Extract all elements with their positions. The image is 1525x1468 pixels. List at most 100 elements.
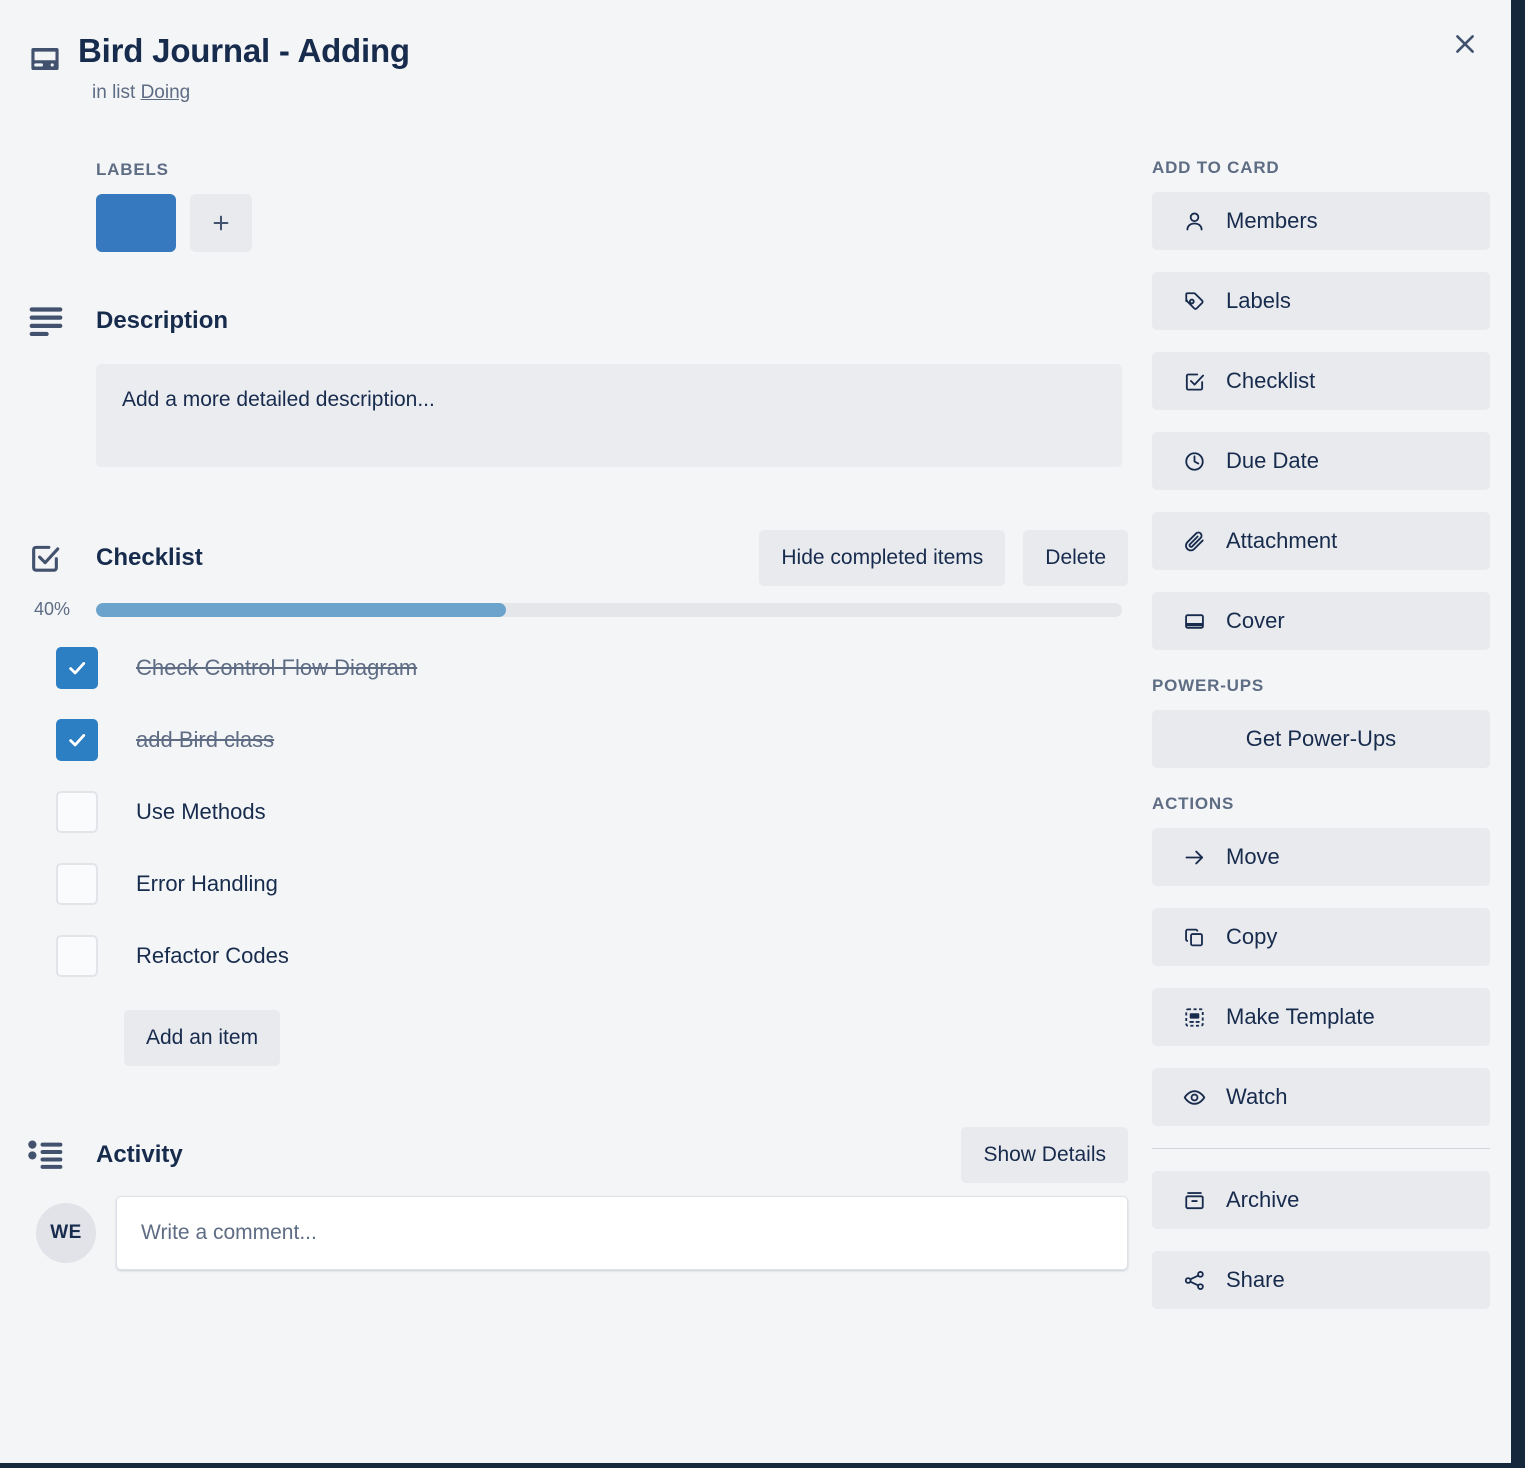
person-icon [1180,210,1208,233]
comment-row: WE [28,1196,1128,1270]
description-input[interactable]: Add a more detailed description... [96,364,1122,467]
share-icon [1180,1269,1208,1292]
sidebar-label: Labels [1226,288,1291,313]
checklist-item-label[interactable]: Error Handling [136,871,278,897]
sidebar-button-copy[interactable]: Copy [1152,908,1490,966]
tag-icon [1180,290,1208,313]
clock-icon [1180,450,1208,473]
checklist-item-checkbox-checked[interactable] [56,719,98,761]
paperclip-icon [1180,530,1208,553]
sidebar-divider [1152,1148,1490,1149]
checklist-item-label[interactable]: Use Methods [136,799,266,825]
labels-row [96,194,1128,252]
actions-title: ACTIONS [1152,794,1235,813]
description-heading: Description [96,307,229,334]
sidebar-label: Get Power-Ups [1245,726,1397,751]
labels-heading: LABELS [96,160,169,179]
window-right-edge [1511,0,1525,1468]
card-main-column: LABELS Description Add a more detailed d… [28,160,1128,1270]
description-header: Description [28,306,1128,336]
add-to-card-title: ADD TO CARD [1152,158,1280,177]
cover-icon [1180,610,1208,633]
progress-fill [96,602,507,617]
card-sidebar: ADD TO CARD Members Labels Checklist Due… [1152,158,1490,1335]
activity-heading: Activity [96,1141,183,1168]
in-list-prefix: in list [92,82,141,103]
page-title[interactable]: Bird Journal - Adding [78,30,410,73]
checklist-item: Check Control Flow Diagram [28,632,1128,704]
checklist-item-label[interactable]: Check Control Flow Diagram [136,655,417,681]
checklist-item-label[interactable]: Refactor Codes [136,943,289,969]
sidebar-label: Checklist [1226,368,1316,393]
card-detail-modal: Bird Journal - Adding in list Doing LABE… [0,0,1511,1463]
labels-section: LABELS [96,160,1128,252]
plus-icon [210,212,232,234]
sidebar-button-attachment[interactable]: Attachment [1152,512,1490,570]
checklist-header: Checklist Hide completed items Delete [28,530,1128,586]
copy-icon [1180,926,1208,949]
checklist-item: Refactor Codes [28,920,1128,992]
breadcrumb: in list Doing [92,82,1108,104]
add-checklist-item-button[interactable]: Add an item [124,1010,281,1066]
sidebar-label: Make Template [1226,1004,1375,1029]
sidebar-label: Watch [1226,1084,1288,1109]
add-to-card-group: ADD TO CARD Members Labels Checklist Due… [1152,158,1490,650]
list-name-link[interactable]: Doing [141,82,191,103]
checklist-item-checkbox[interactable] [56,863,98,905]
checklist-item-checkbox[interactable] [56,935,98,977]
activity-list-icon [28,1140,96,1170]
close-button[interactable] [1443,22,1487,66]
show-details-button[interactable]: Show Details [961,1127,1128,1183]
checklist-progress: 40% [28,599,1128,620]
avatar[interactable]: WE [36,1203,96,1263]
sidebar-button-cover[interactable]: Cover [1152,592,1490,650]
eye-icon [1180,1086,1208,1109]
sidebar-button-members[interactable]: Members [1152,192,1490,250]
checkbox-check-icon [1180,370,1208,393]
sidebar-label: Cover [1226,608,1285,633]
sidebar-label: Members [1226,208,1318,233]
checklist-item: Use Methods [28,776,1128,848]
power-ups-title: POWER-UPS [1152,676,1265,695]
progress-track [96,602,1122,617]
checklist-items: Check Control Flow Diagram add Bird class… [28,632,1128,992]
checklist-section: Checklist Hide completed items Delete 40… [28,530,1128,1066]
sidebar-label: Archive [1226,1187,1300,1212]
checklist-item: Error Handling [28,848,1128,920]
power-ups-group: POWER-UPS Get Power-Ups [1152,676,1490,768]
sidebar-button-archive[interactable]: Archive [1152,1171,1490,1229]
card-icon [28,42,62,76]
actions-group: ACTIONS Move Copy Make Template Watch Ar… [1152,794,1490,1309]
template-icon [1180,1006,1208,1029]
sidebar-button-watch[interactable]: Watch [1152,1068,1490,1126]
checklist-item-checkbox[interactable] [56,791,98,833]
sidebar-button-move[interactable]: Move [1152,828,1490,886]
activity-section: Activity Show Details WE [28,1127,1128,1270]
delete-checklist-button[interactable]: Delete [1023,530,1128,586]
archive-icon [1180,1189,1208,1212]
get-power-ups-button[interactable]: Get Power-Ups [1152,710,1490,768]
sidebar-label: Due Date [1226,448,1319,473]
hide-completed-items-button[interactable]: Hide completed items [759,530,1006,586]
sidebar-button-labels[interactable]: Labels [1152,272,1490,330]
arrow-right-icon [1180,846,1208,869]
checklist-item-checkbox-checked[interactable] [56,647,98,689]
sidebar-label: Attachment [1226,528,1338,553]
activity-header: Activity Show Details [28,1127,1128,1183]
sidebar-label: Move [1226,844,1280,869]
add-label-button[interactable] [190,194,252,252]
label-chip-blue[interactable] [96,194,176,252]
sidebar-button-share[interactable]: Share [1152,1251,1490,1309]
close-icon [1452,31,1478,57]
sidebar-label: Share [1226,1267,1285,1292]
checklist-icon [28,541,96,575]
sidebar-button-make-template[interactable]: Make Template [1152,988,1490,1046]
checklist-item-label[interactable]: add Bird class [136,727,274,753]
sidebar-button-due-date[interactable]: Due Date [1152,432,1490,490]
card-header: Bird Journal - Adding in list Doing [28,30,1108,104]
window-bottom-edge [0,1463,1525,1468]
sidebar-button-checklist[interactable]: Checklist [1152,352,1490,410]
checklist-header-actions: Hide completed items Delete [759,530,1128,586]
comment-input[interactable] [116,1196,1128,1270]
description-lines-icon [28,306,96,336]
